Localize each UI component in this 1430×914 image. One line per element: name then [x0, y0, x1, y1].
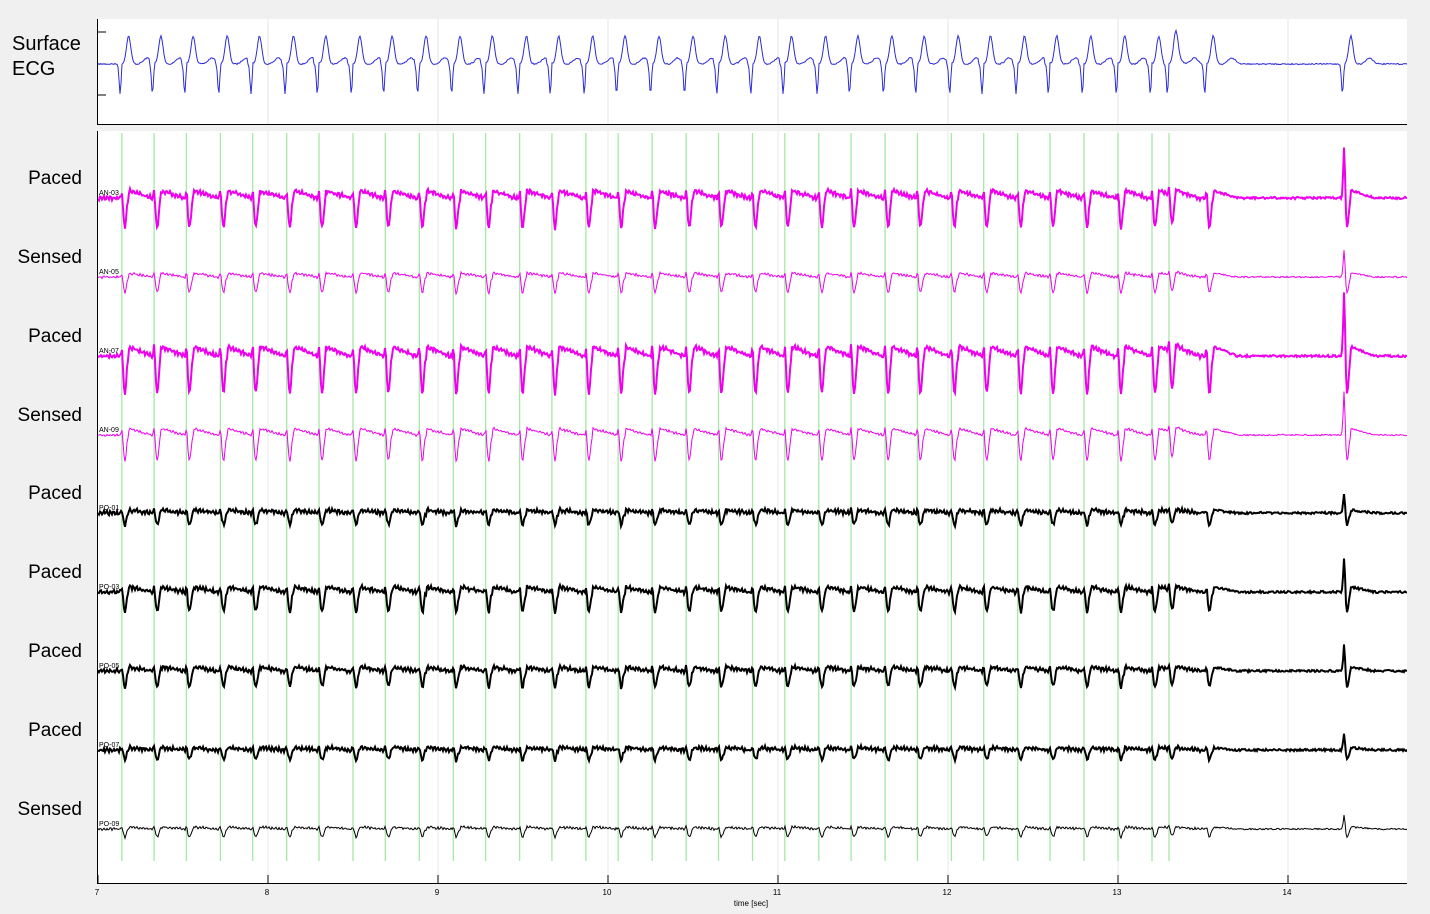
channel-id-label: AN-03 [99, 190, 119, 197]
channel-id-label: AN-07 [99, 348, 119, 355]
channel-id-label: AN-05 [99, 269, 119, 276]
surface-ecg-trace [98, 28, 1407, 95]
x-tick-label: 14 [1282, 888, 1292, 897]
channel-id-label: PO-07 [99, 742, 120, 749]
surface-ecg-panel [97, 19, 1407, 125]
channel-id-label: PO-01 [99, 505, 120, 512]
channel-id-label: PO-05 [99, 663, 120, 670]
channel-id-label: PO-03 [99, 584, 120, 591]
x-tick-label: 10 [602, 888, 612, 897]
channel-type-label: Sensed [17, 247, 82, 268]
surface-ecg-plot [98, 19, 1407, 124]
ecg-label-line1: Surface [12, 33, 81, 55]
ecg-label-line2: ECG [12, 58, 56, 80]
channel-type-label: Paced [28, 720, 82, 741]
x-tick-label: 11 [772, 888, 782, 897]
channel-type-label: Paced [28, 562, 82, 583]
x-tick-label: 9 [434, 888, 440, 897]
channel-id-label: PO-09 [99, 821, 120, 828]
x-tick-label: 7 [94, 888, 100, 897]
channel-type-label: Sensed [17, 405, 82, 426]
x-tick-label: 13 [1112, 888, 1122, 897]
channel-id-label: AN-09 [99, 427, 119, 434]
channel-type-label: Paced [28, 326, 82, 347]
electrogram-panel [97, 131, 1407, 884]
x-axis-label: time [sec] [733, 899, 769, 908]
x-tick-label: 8 [264, 888, 270, 897]
channel-type-label: Paced [28, 483, 82, 504]
electrogram-plot [98, 131, 1407, 883]
x-tick-label: 12 [942, 888, 952, 897]
channel-type-label: Paced [28, 168, 82, 189]
channel-type-label: Paced [28, 641, 82, 662]
channel-type-label: Sensed [17, 799, 82, 820]
